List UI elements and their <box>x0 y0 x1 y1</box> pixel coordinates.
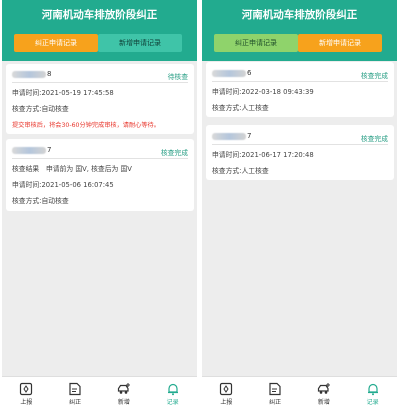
bell-icon <box>167 383 178 396</box>
status-badge: 核查完成 <box>360 135 388 143</box>
divider <box>212 81 388 82</box>
apply-time: 申请时间:2022-03-18 09:43:39 <box>212 88 314 96</box>
record-tabs: 纠正申请记录 新增申请记录 <box>214 34 382 52</box>
review-notice: 提交审核后，将会30-60分钟完成审核，请耐心等待。 <box>12 122 160 129</box>
nav-report[interactable]: 上报 <box>202 377 251 411</box>
check-method: 核查方式:自动核查 <box>12 197 69 205</box>
app-header: 河南机动车排放阶段纠正 纠正申请记录 新增申请记录 <box>2 0 197 61</box>
record-card[interactable]: 7 核查完成 核查结果 申请前为 国V, 核查后为 国V 申请时间:2021-0… <box>6 139 194 211</box>
blurred-plate <box>12 146 46 154</box>
nav-correct[interactable]: 纠正 <box>51 377 100 411</box>
apply-time: 申请时间:2021-05-06 16:07:45 <box>12 181 114 189</box>
record-card[interactable]: 8 待核查 申请时间:2021-05-19 17:45:58 核查方式:自动核查… <box>6 64 194 134</box>
nav-add[interactable]: 新增 <box>100 377 149 411</box>
nav-records[interactable]: 记录 <box>348 377 397 411</box>
record-card[interactable]: 7 核查完成 申请时间:2021-06-17 17:20:48 核查方式:人工核… <box>206 125 394 180</box>
record-tabs: 纠正申请记录 新增申请记录 <box>14 34 182 52</box>
check-method: 核查方式:自动核查 <box>12 105 69 113</box>
apply-time: 申请时间:2021-06-17 17:20:48 <box>212 151 314 159</box>
bottom-nav: 上报 纠正 新增 记录 <box>202 376 397 411</box>
app-title: 河南机动车排放阶段纠正 <box>41 9 158 21</box>
nav-add[interactable]: 新增 <box>300 377 349 411</box>
report-icon <box>220 382 233 396</box>
record-card[interactable]: 6 核查完成 申请时间:2022-03-18 09:43:39 核查方式:人工核… <box>206 62 394 117</box>
check-method: 核查方式:人工核查 <box>212 167 269 175</box>
status-badge: 核查完成 <box>160 149 188 157</box>
divider <box>12 82 188 83</box>
nav-report[interactable]: 上报 <box>2 377 51 411</box>
plate-number: 8 <box>12 70 188 78</box>
blurred-plate <box>212 69 246 77</box>
status-badge: 待核查 <box>167 73 188 81</box>
tab-correction-records[interactable]: 纠正申请记录 <box>214 34 298 52</box>
check-result: 核查结果 申请前为 国V, 核查后为 国V <box>12 165 132 173</box>
divider <box>212 144 388 145</box>
app-title: 河南机动车排放阶段纠正 <box>241 9 358 21</box>
report-icon <box>20 382 33 396</box>
correct-icon <box>269 382 281 396</box>
apply-time: 申请时间:2021-05-19 17:45:58 <box>12 89 114 97</box>
blurred-plate <box>12 70 46 78</box>
tab-correction-records[interactable]: 纠正申请记录 <box>14 34 98 52</box>
tab-new-records[interactable]: 新增申请记录 <box>298 34 382 52</box>
bell-icon <box>367 383 378 396</box>
tab-new-records[interactable]: 新增申请记录 <box>98 34 182 52</box>
nav-records[interactable]: 记录 <box>148 377 197 411</box>
divider <box>12 158 188 159</box>
bottom-nav: 上报 纠正 新增 记录 <box>2 376 197 411</box>
car-add-icon <box>317 383 330 394</box>
correct-icon <box>69 382 81 396</box>
phone-screen-left: 河南机动车排放阶段纠正 纠正申请记录 新增申请记录 8 待核查 申请时间:202… <box>2 0 197 411</box>
nav-correct[interactable]: 纠正 <box>251 377 300 411</box>
check-method: 核查方式:人工核查 <box>212 104 269 112</box>
blurred-plate <box>212 132 246 140</box>
car-add-icon <box>117 383 130 394</box>
app-header: 河南机动车排放阶段纠正 纠正申请记录 新增申请记录 <box>202 0 397 61</box>
status-badge: 核查完成 <box>360 72 388 80</box>
phone-screen-right: 河南机动车排放阶段纠正 纠正申请记录 新增申请记录 6 核查完成 申请时间:20… <box>202 0 397 411</box>
